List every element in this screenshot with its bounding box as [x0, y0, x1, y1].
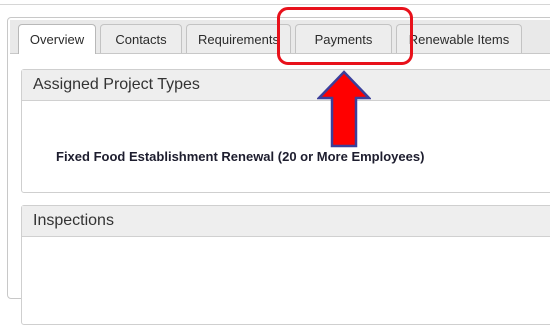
assigned-project-types-section: Assigned Project Types Fixed Food Establ… [21, 69, 550, 193]
inspections-section: Inspections [21, 205, 550, 325]
tab-requirements[interactable]: Requirements [186, 24, 291, 53]
tab-renewable-items[interactable]: Renewable Items [396, 24, 522, 53]
up-arrow-icon [317, 70, 371, 148]
tab-overview[interactable]: Overview [18, 24, 96, 54]
tab-contacts[interactable]: Contacts [100, 24, 182, 53]
project-type-item: Fixed Food Establishment Renewal (20 or … [56, 149, 425, 164]
payments-highlight-box [277, 7, 413, 65]
assigned-project-types-header: Assigned Project Types [22, 70, 550, 101]
inspections-header: Inspections [22, 206, 550, 237]
top-divider [0, 4, 550, 5]
